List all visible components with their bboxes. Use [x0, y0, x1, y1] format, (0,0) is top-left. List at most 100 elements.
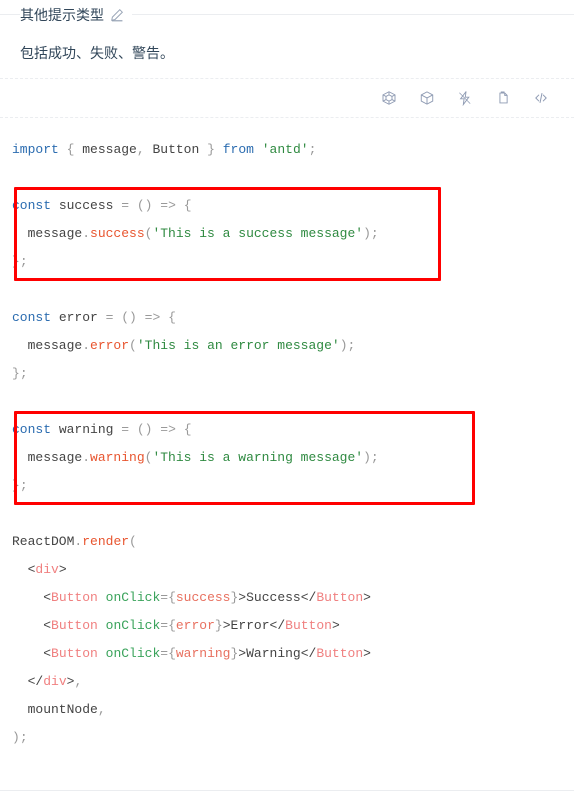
code-token: Button	[51, 590, 98, 605]
code-box-title-row: 其他提示类型	[0, 0, 574, 30]
code-token: )	[363, 450, 371, 465]
code-token: Button	[51, 618, 98, 633]
code-token: message	[12, 450, 83, 465]
code-token: Button	[144, 142, 208, 157]
code-token: onClick	[105, 590, 161, 605]
code-token: message	[12, 338, 83, 353]
code-line: message.error('This is an error message'…	[12, 332, 558, 360]
code-token: =>	[144, 310, 161, 325]
code-token: =	[160, 618, 169, 633]
code-token: (	[129, 534, 137, 549]
code-token: =	[121, 422, 130, 437]
code-token: {	[168, 590, 176, 605]
code-line: ReactDOM.render(	[12, 528, 558, 556]
code-token: error	[90, 338, 130, 353]
code-token: {	[183, 198, 192, 213]
codepen-icon[interactable]	[419, 90, 435, 106]
code-token: .	[82, 450, 91, 465]
code-token: onClick	[105, 618, 161, 633]
code-token: warning	[175, 646, 231, 661]
code-block[interactable]: import { message, Button } from 'antd'; …	[0, 124, 574, 766]
code-token: {	[168, 310, 176, 325]
code-token: 'This is a warning message'	[152, 450, 364, 465]
code-token: warning	[90, 450, 145, 465]
code-token: {	[168, 646, 176, 661]
codesandbox-icon[interactable]	[381, 90, 397, 106]
code-brackets-icon[interactable]	[533, 90, 549, 106]
code-token: warning	[51, 422, 122, 437]
code-token: =>	[160, 422, 176, 437]
code-token: >	[238, 590, 247, 605]
code-token: =	[160, 590, 169, 605]
title-divider-rule-left	[0, 14, 14, 15]
pencil-edit-icon[interactable]	[110, 8, 124, 22]
code-token: const	[12, 198, 52, 213]
code-box-description: 包括成功、失败、警告。	[20, 45, 174, 61]
code-token: {	[183, 422, 192, 437]
code-token: from	[222, 142, 254, 157]
code-line: import { message, Button } from 'antd';	[12, 136, 558, 164]
code-token: >	[331, 618, 340, 633]
code-token: ;	[308, 142, 317, 157]
code-token: )	[339, 338, 348, 353]
code-token: error	[51, 310, 106, 325]
code-token: Button	[285, 618, 332, 633]
code-token: ,	[97, 702, 106, 717]
riddle-icon[interactable]	[457, 90, 473, 106]
code-token: 'This is a success message'	[152, 226, 364, 241]
code-token: )	[363, 226, 371, 241]
code-token: .	[82, 226, 91, 241]
code-token: }	[12, 254, 20, 269]
code-token: ;	[19, 730, 28, 745]
code-token: render	[82, 534, 130, 549]
code-token: 'antd'	[261, 142, 309, 157]
code-token: onClick	[105, 646, 161, 661]
code-line: };	[12, 248, 558, 276]
code-token: <	[12, 618, 52, 633]
code-demo-card: 其他提示类型 包括成功、失败、警告。 import {message, But…	[0, 0, 574, 791]
code-token: 'This is an error message'	[136, 338, 340, 353]
code-token: >	[363, 646, 371, 661]
code-token: <	[12, 590, 52, 605]
code-token: Button	[316, 590, 364, 605]
code-line: };	[12, 360, 558, 388]
code-token: mountNode	[12, 702, 98, 717]
code-token: }	[12, 478, 20, 493]
code-token: >	[222, 618, 231, 633]
code-token: success	[175, 590, 231, 605]
code-line: </div>,	[12, 668, 558, 696]
code-line: mountNode,	[12, 696, 558, 724]
code-token: error	[175, 618, 215, 633]
code-token: ;	[370, 226, 379, 241]
code-token: success	[51, 198, 122, 213]
code-token: ;	[19, 478, 28, 493]
code-line: <Button onClick={warning}>Warning</Butto…	[12, 640, 558, 668]
code-line: );	[12, 724, 558, 752]
code-line: };	[12, 472, 558, 500]
code-token: Button	[51, 646, 98, 661]
code-token: Success	[246, 590, 301, 605]
code-token: </	[12, 674, 44, 689]
code-token: }	[12, 366, 20, 381]
code-token: const	[12, 422, 52, 437]
code-token: >	[238, 646, 247, 661]
code-line: <Button onClick={success}>Success</Butto…	[12, 584, 558, 612]
code-token: ()	[136, 198, 153, 213]
code-token: >	[58, 562, 67, 577]
copy-icon[interactable]	[495, 90, 511, 106]
code-token: message	[74, 142, 137, 157]
code-token: ()	[121, 310, 137, 325]
code-token: </	[300, 646, 317, 661]
code-token: ;	[19, 254, 28, 269]
code-token: ;	[347, 338, 356, 353]
